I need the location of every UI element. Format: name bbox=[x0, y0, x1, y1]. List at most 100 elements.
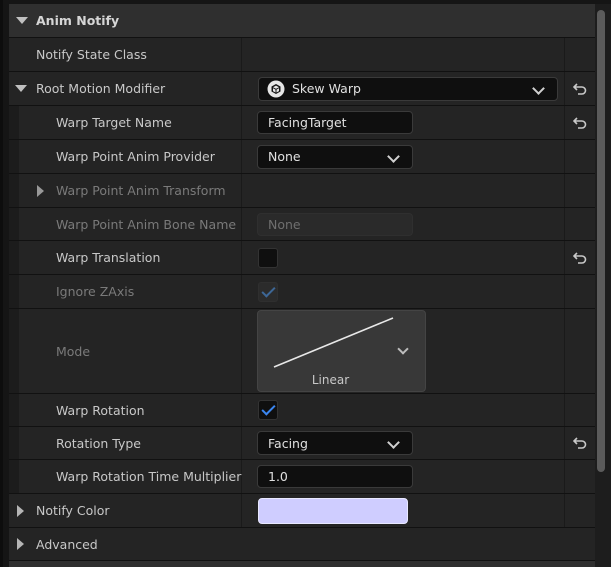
name-cell: Mode bbox=[19, 309, 241, 393]
reset-cell bbox=[565, 106, 595, 139]
rotation-type-value: Facing bbox=[268, 435, 308, 451]
anim-notify-section-header[interactable]: Anim Notify bbox=[9, 4, 595, 38]
row-rotation-type: Rotation Type Facing bbox=[9, 427, 595, 460]
left-edge bbox=[0, 0, 3, 567]
mode-value: Linear bbox=[311, 373, 350, 387]
scrollbar-thumb[interactable] bbox=[597, 10, 605, 472]
warp-point-anim-provider-dropdown[interactable]: None bbox=[257, 144, 413, 169]
warp-point-anim-provider-value: None bbox=[268, 149, 301, 164]
row-warp-target-name: Warp Target Name FacingTarget bbox=[9, 106, 595, 140]
name-cell: Warp Rotation bbox=[19, 394, 241, 426]
row-ignore-zaxis: Ignore ZAxis bbox=[9, 275, 595, 309]
warp-target-name-input[interactable]: FacingTarget bbox=[257, 111, 413, 134]
name-cell: Warp Rotation Time Multiplier bbox=[19, 460, 241, 493]
value-cell: None bbox=[242, 208, 564, 240]
section-title: Anim Notify bbox=[36, 13, 120, 28]
reset-to-default-icon[interactable] bbox=[573, 437, 587, 449]
root-motion-modifier-label: Root Motion Modifier bbox=[36, 81, 166, 96]
name-cell: Notify Color bbox=[9, 494, 241, 527]
reset-cell bbox=[565, 394, 595, 426]
row-warp-rotation-time-multiplier: Warp Rotation Time Multiplier 1.0 bbox=[9, 460, 595, 494]
rotation-type-label: Rotation Type bbox=[56, 435, 141, 451]
reset-to-default-icon[interactable] bbox=[573, 116, 587, 129]
name-cell: Warp Target Name bbox=[19, 106, 241, 139]
notify-color-label: Notify Color bbox=[36, 503, 110, 518]
reset-to-default-icon[interactable] bbox=[573, 251, 587, 264]
row-mode: Mode Linear bbox=[9, 309, 595, 394]
advanced-label: Advanced bbox=[36, 536, 98, 552]
footer-header-edge bbox=[9, 561, 595, 567]
name-cell: Notify State Class bbox=[9, 38, 241, 71]
expand-arrow-icon[interactable] bbox=[17, 538, 24, 550]
mode-label: Mode bbox=[56, 343, 91, 359]
row-notify-state-class: Notify State Class bbox=[9, 38, 595, 72]
value-cell bbox=[242, 174, 564, 207]
chevron-down-icon bbox=[532, 81, 545, 95]
rotation-type-dropdown[interactable]: Facing bbox=[257, 431, 413, 455]
name-cell: Rotation Type bbox=[19, 427, 241, 459]
name-cell: Warp Point Anim Bone Name bbox=[19, 208, 241, 240]
reset-cell bbox=[565, 140, 595, 173]
name-cell: Warp Point Anim Provider bbox=[19, 140, 241, 173]
reset-cell bbox=[565, 72, 595, 105]
expand-arrow-icon[interactable] bbox=[17, 504, 24, 517]
row-warp-point-anim-provider: Warp Point Anim Provider None bbox=[9, 140, 595, 174]
warp-point-anim-transform-label: Warp Point Anim Transform bbox=[56, 183, 226, 198]
value-cell: 1.0 bbox=[242, 460, 564, 493]
name-cell: Root Motion Modifier bbox=[9, 72, 241, 105]
reset-to-default-icon[interactable] bbox=[573, 82, 587, 95]
ignore-zaxis-label: Ignore ZAxis bbox=[56, 284, 135, 299]
ignore-zaxis-checkbox bbox=[258, 281, 278, 302]
notify-color-swatch[interactable] bbox=[258, 497, 408, 524]
row-warp-point-anim-transform: Warp Point Anim Transform bbox=[9, 174, 595, 208]
reset-cell bbox=[565, 208, 595, 240]
warp-translation-label: Warp Translation bbox=[56, 250, 161, 265]
value-cell: FacingTarget bbox=[242, 106, 564, 139]
value-cell bbox=[242, 241, 564, 274]
warp-rotation-label: Warp Rotation bbox=[56, 402, 145, 418]
value-cell: Skew Warp bbox=[242, 72, 564, 105]
row-warp-translation: Warp Translation bbox=[9, 241, 595, 275]
notify-state-class-label: Notify State Class bbox=[36, 47, 147, 62]
class-icon bbox=[267, 80, 285, 97]
name-cell: Warp Translation bbox=[19, 241, 241, 274]
mode-curve-dropdown[interactable]: Linear bbox=[257, 310, 426, 392]
reset-cell bbox=[565, 174, 595, 207]
expand-arrow-icon[interactable] bbox=[37, 184, 44, 197]
row-notify-color: Notify Color bbox=[9, 494, 595, 528]
warp-rotation-time-multiplier-input[interactable]: 1.0 bbox=[257, 465, 413, 488]
name-cell: Advanced bbox=[9, 528, 595, 560]
reset-cell bbox=[565, 427, 595, 459]
warp-point-anim-bone-name-label: Warp Point Anim Bone Name bbox=[56, 216, 237, 232]
row-advanced[interactable]: Advanced bbox=[9, 528, 595, 561]
row-warp-point-anim-bone-name: Warp Point Anim Bone Name None bbox=[9, 208, 595, 241]
row-root-motion-modifier: Root Motion Modifier Skew Warp bbox=[9, 72, 595, 106]
warp-rotation-time-multiplier-label: Warp Rotation Time Multiplier bbox=[56, 469, 242, 484]
value-cell bbox=[242, 494, 564, 527]
warp-point-anim-provider-label: Warp Point Anim Provider bbox=[56, 149, 215, 164]
root-motion-modifier-dropdown[interactable]: Skew Warp bbox=[258, 76, 558, 101]
warp-translation-checkbox[interactable] bbox=[258, 247, 278, 268]
reset-cell bbox=[565, 309, 595, 393]
expand-arrow-icon[interactable] bbox=[15, 85, 27, 92]
warp-target-name-label: Warp Target Name bbox=[56, 115, 172, 130]
warp-point-anim-bone-name-input: None bbox=[257, 212, 413, 236]
value-cell bbox=[242, 394, 564, 426]
warp-rotation-checkbox[interactable] bbox=[258, 400, 278, 420]
reset-cell bbox=[565, 241, 595, 274]
reset-cell bbox=[565, 38, 595, 71]
name-cell: Warp Point Anim Transform bbox=[19, 174, 241, 207]
value-cell: Facing bbox=[242, 427, 564, 459]
value-cell bbox=[242, 275, 564, 308]
root-motion-modifier-value: Skew Warp bbox=[292, 81, 361, 96]
value-cell bbox=[242, 38, 564, 71]
name-cell: Ignore ZAxis bbox=[19, 275, 241, 308]
value-cell: Linear bbox=[242, 309, 564, 393]
value-cell: None bbox=[242, 140, 564, 173]
reset-cell bbox=[565, 494, 595, 527]
chevron-down-icon bbox=[387, 436, 400, 449]
row-warp-rotation: Warp Rotation bbox=[9, 394, 595, 427]
reset-cell bbox=[565, 460, 595, 493]
chevron-down-icon bbox=[387, 149, 400, 163]
collapse-arrow-icon[interactable] bbox=[16, 17, 28, 24]
